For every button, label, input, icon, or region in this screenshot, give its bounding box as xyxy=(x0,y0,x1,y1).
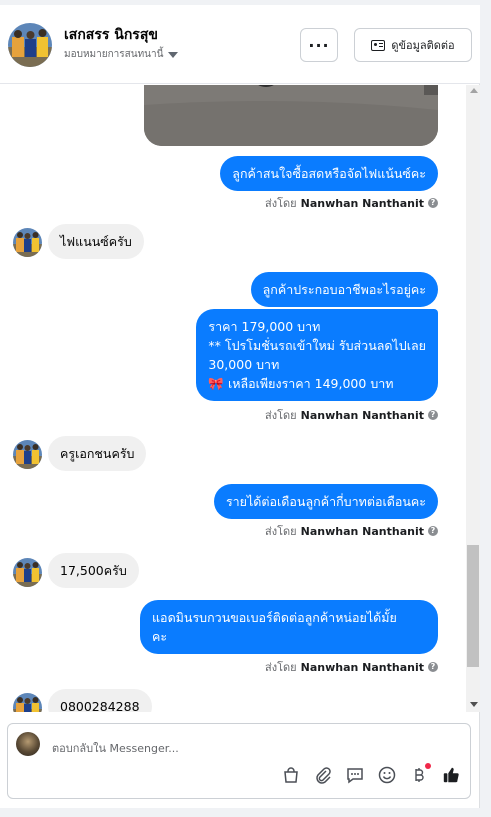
shared-photo[interactable] xyxy=(144,85,438,146)
info-icon[interactable]: ? xyxy=(428,410,438,420)
message-line: ** โปรโมชั่นรถเข้าใหม่ รับส่วนลดไปเลย xyxy=(208,338,426,353)
message-line: ราคา 179,000 บาท xyxy=(208,319,321,334)
agent-name: Nanwhan Nanthanit xyxy=(300,196,424,210)
contact-avatar xyxy=(13,440,42,469)
incoming-message[interactable]: ครูเอกชนครับ xyxy=(48,436,147,471)
notification-dot xyxy=(425,763,431,769)
contact-avatar[interactable] xyxy=(8,23,52,67)
sent-by-label: ส่งโดย Nanwhan Nanthanit ? xyxy=(265,658,438,676)
sent-by-label: ส่งโดย Nanwhan Nanthanit ? xyxy=(265,194,438,212)
sent-by-prefix: ส่งโดย xyxy=(265,525,297,538)
agent-name: Nanwhan Nanthanit xyxy=(300,524,424,538)
info-icon[interactable]: ? xyxy=(428,662,438,672)
info-icon[interactable]: ? xyxy=(428,526,438,536)
outgoing-message[interactable]: แอดมินรบกวนขอเบอร์ติดต่อลูกค้าหน่อยได้มั… xyxy=(140,600,438,654)
conversation-header: เสกสรร นิกรสุข มอบหมายการสนทนานี้ ··· ดู… xyxy=(0,0,480,84)
agent-name: Nanwhan Nanthanit xyxy=(300,660,424,674)
sent-by-label: ส่งโดย Nanwhan Nanthanit ? xyxy=(265,406,438,424)
sent-by-prefix: ส่งโดย xyxy=(265,197,297,210)
assign-conversation-dropdown[interactable]: มอบหมายการสนทนานี้ xyxy=(64,47,179,62)
scroll-up-arrow-icon[interactable] xyxy=(470,88,478,93)
caret-down-icon xyxy=(168,51,179,58)
scroll-down-arrow-icon[interactable] xyxy=(470,702,478,707)
more-options-button[interactable]: ··· xyxy=(300,28,338,62)
messenger-panel: เสกสรร นิกรสุข มอบหมายการสนทนานี้ ··· ดู… xyxy=(0,0,480,808)
reply-input[interactable]: ตอบกลับใน Messenger... xyxy=(52,739,179,757)
sent-by-prefix: ส่งโดย xyxy=(265,661,297,674)
incoming-message[interactable]: 17,500ครับ xyxy=(48,553,139,588)
sent-by-prefix: ส่งโดย xyxy=(265,409,297,422)
composer-toolbar xyxy=(282,763,460,784)
sent-by-label: ส่งโดย Nanwhan Nanthanit ? xyxy=(265,522,438,540)
saved-replies-icon[interactable] xyxy=(346,766,364,784)
message-line: 30,000 บาท xyxy=(208,357,280,372)
outgoing-message[interactable]: รายได้ต่อเดือนลูกค้ากี่บาทต่อเดือนคะ xyxy=(213,484,438,519)
contact-avatar xyxy=(13,228,42,257)
outgoing-message[interactable]: ลูกค้าประกอบอาชีพอะไรอยู่คะ xyxy=(250,272,438,307)
info-icon[interactable]: ? xyxy=(428,198,438,208)
view-contact-label: ดูข้อมูลติดต่อ xyxy=(391,39,455,52)
incoming-message[interactable]: 0800284288 xyxy=(48,689,152,712)
assign-label: มอบหมายการสนทนานี้ xyxy=(64,49,164,60)
outgoing-message[interactable]: ลูกค้าสนใจซื้อสดหรือจัดไฟแน้นซ์คะ xyxy=(220,156,438,191)
agent-name: Nanwhan Nanthanit xyxy=(300,408,424,422)
scrollbar-thumb[interactable] xyxy=(467,545,479,667)
page-avatar xyxy=(16,732,40,756)
contact-name[interactable]: เสกสรร นิกรสุข xyxy=(64,24,158,46)
attachment-icon[interactable] xyxy=(314,766,332,784)
message-line: คะ xyxy=(152,629,168,644)
message-list[interactable]: ลูกค้าสนใจซื้อสดหรือจัดไฟแน้นซ์คะ ส่งโดย… xyxy=(0,85,466,712)
contact-card-icon xyxy=(371,39,386,51)
thumbs-up-icon[interactable] xyxy=(442,766,460,784)
reply-composer[interactable]: ตอบกลับใน Messenger... xyxy=(7,723,471,799)
contact-avatar xyxy=(13,558,42,587)
payment-baht-icon[interactable] xyxy=(410,763,431,784)
view-contact-button[interactable]: ดูข้อมูลติดต่อ xyxy=(354,28,472,62)
message-line: แอดมินรบกวนขอเบอร์ติดต่อลูกค้าหน่อยได้มั… xyxy=(152,610,397,625)
message-line: 🎀 เหลือเพียงราคา 149,000 บาท xyxy=(208,376,394,391)
divider xyxy=(0,0,480,5)
contact-avatar xyxy=(13,693,42,712)
outgoing-message[interactable]: ราคา 179,000 บาท ** โปรโมชั่นรถเข้าใหม่ … xyxy=(196,309,438,401)
incoming-message[interactable]: ไฟแนนซ์ครับ xyxy=(48,224,144,259)
emoji-icon[interactable] xyxy=(378,766,396,784)
shop-bag-icon[interactable] xyxy=(282,766,300,784)
